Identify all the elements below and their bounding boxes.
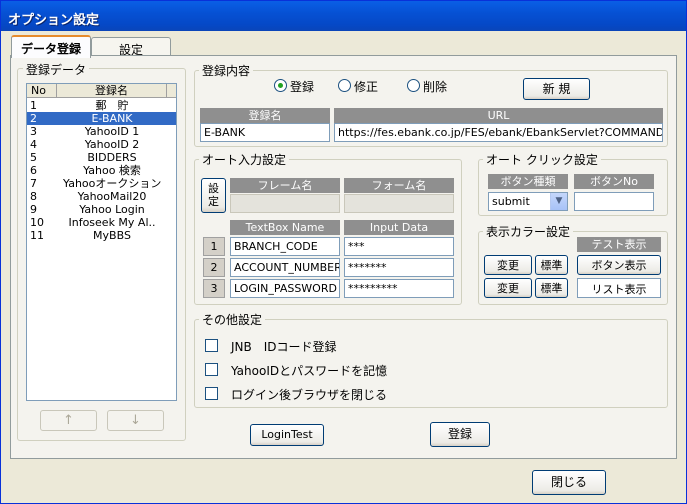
input-row-number: 2 [203,258,225,277]
list-item-name: BIDDERS [87,151,137,164]
list-item-no: 5 [30,151,37,164]
list-item-name: Yahoo 検索 [83,164,141,177]
frame-name-input[interactable] [230,194,340,213]
list-preview: リスト表示 [577,278,661,298]
list-item[interactable]: 11 MyBBS [27,229,176,242]
list-item[interactable]: 7 Yahooオークション [27,177,176,190]
chevron-down-icon[interactable]: ▼ [550,193,567,210]
jnb-id-label: JNB IDコード登録 [231,340,337,354]
display-color-group-label: 表示カラー設定 [483,223,574,240]
column-header-filler [167,84,176,98]
textbox-name-input[interactable]: BRANCH_CODE [230,237,340,256]
list-item-no: 10 [30,216,44,229]
list-item-name: YahooMail20 [77,190,147,203]
list-item-no: 4 [30,138,37,151]
registered-data-list[interactable]: No 登録名 1 郵 貯 2 E-BANK 3 YahooID 1 4 YahooID 2 5 B… [26,83,177,401]
list-item-no: 11 [30,229,44,242]
list-item-name: Yahoo Login [79,203,145,216]
move-down-button[interactable]: ↓ [107,410,164,431]
mode-delete-radio[interactable] [407,79,420,92]
tab-label: データ登録 [20,42,81,56]
list-item-name: YahooID 1 [84,125,140,138]
button-type-value: submit [492,195,530,208]
tab-data-registration[interactable]: データ登録 [11,35,91,58]
list-item-name: Infoseek My Al.. [68,216,156,229]
list-item[interactable]: 2 E-BANK [27,112,176,125]
list-item-no: 6 [30,164,37,177]
url-input[interactable]: https://fes.ebank.co.jp/FES/ebank/EbankS… [334,123,663,142]
name-header: 登録名 [200,108,330,123]
list-item-no: 1 [30,99,37,112]
frame-name-header: フレーム名 [230,178,340,193]
mode-register-label: 登録 [290,80,315,94]
jnb-id-checkbox[interactable] [205,339,218,352]
form-name-input[interactable] [344,194,454,213]
form-name-header: フォーム名 [344,178,454,193]
list-item-name: YahooID 2 [84,138,140,151]
close-button[interactable]: 閉じる [532,470,606,495]
close-browser-label: ログイン後ブラウザを閉じる [231,388,388,402]
mode-modify-label: 修正 [354,80,379,94]
registration-name-input[interactable]: E-BANK [200,123,330,142]
input-row-number: 1 [203,237,225,256]
list-item-no: 2 [30,112,37,125]
input-data-input[interactable]: ********* [344,279,454,298]
list-color-default-button[interactable]: 標準 [535,278,568,298]
other-settings-group-label: その他設定 [199,311,266,328]
list-item[interactable]: 8 YahooMail20 [27,190,176,203]
registration-group-label: 登録内容 [199,62,254,79]
column-header-no[interactable]: No [27,84,57,98]
url-header: URL [334,108,663,123]
list-item[interactable]: 6 Yahoo 検索 [27,164,176,177]
list-item[interactable]: 3 YahooID 1 [27,125,176,138]
registered-data-label: 登録データ [23,61,90,78]
list-item[interactable]: 10 Infoseek My Al.. [27,216,176,229]
column-header-name[interactable]: 登録名 [57,84,167,98]
list-item[interactable]: 9 Yahoo Login [27,203,176,216]
register-button[interactable]: 登録 [430,422,490,447]
list-item-name: E-BANK [91,112,133,125]
list-item-name: 郵 貯 [95,99,129,112]
list-item-no: 8 [30,190,37,203]
test-display-header: テスト表示 [577,237,661,252]
list-item-no: 9 [30,203,37,216]
list-item[interactable]: 5 BIDDERS [27,151,176,164]
login-test-button[interactable]: LoginTest [250,424,324,446]
title-bar: オプション設定 [1,1,686,31]
list-item-name: Yahooオークション [63,177,161,190]
textbox-name-input[interactable]: LOGIN_PASSWORD [230,279,340,298]
button-preview[interactable]: ボタン表示 [577,255,661,275]
remember-yahoo-label: YahooIDとパスワードを記憶 [231,364,388,378]
list-item-name: MyBBS [93,229,131,242]
close-browser-checkbox[interactable] [205,387,218,400]
list-color-change-button[interactable]: 変更 [484,278,532,298]
window-title: オプション設定 [8,13,100,28]
list-item[interactable]: 4 YahooID 2 [27,138,176,151]
textbox-name-header: TextBox Name [230,220,340,235]
options-window: オプション設定 データ登録 設定 登録データ No 登録名 1郵 貯 2 E-BAN… [0,0,687,504]
auto-click-group-label: オート クリック設定 [483,151,601,168]
button-type-select[interactable]: submit ▼ [488,192,568,211]
new-button[interactable]: 新 規 [523,78,590,100]
button-type-header: ボタン種類 [488,174,568,189]
remember-yahoo-checkbox[interactable] [205,363,218,376]
list-item[interactable]: 1 郵 貯 [27,99,176,112]
mode-delete-label: 削除 [423,80,448,94]
list-item-no: 3 [30,125,37,138]
input-data-input[interactable]: *** [344,237,454,256]
input-row-number: 3 [203,279,225,298]
button-no-input[interactable] [574,192,654,211]
move-up-button[interactable]: ↑ [40,410,97,431]
textbox-name-input[interactable]: ACCOUNT_NUMBER [230,258,340,277]
input-data-input[interactable]: ******* [344,258,454,277]
button-color-default-button[interactable]: 標準 [535,255,568,275]
input-data-header: Input Data [344,220,454,235]
list-item-no: 7 [30,177,37,190]
mode-modify-radio[interactable] [338,79,351,92]
auto-input-group-label: オート入力設定 [199,151,290,168]
button-color-change-button[interactable]: 変更 [484,255,532,275]
button-no-header: ボタンNo [574,174,654,189]
mode-register-radio[interactable] [274,79,287,92]
frame-form-set-button[interactable]: 設 定 [201,178,226,213]
